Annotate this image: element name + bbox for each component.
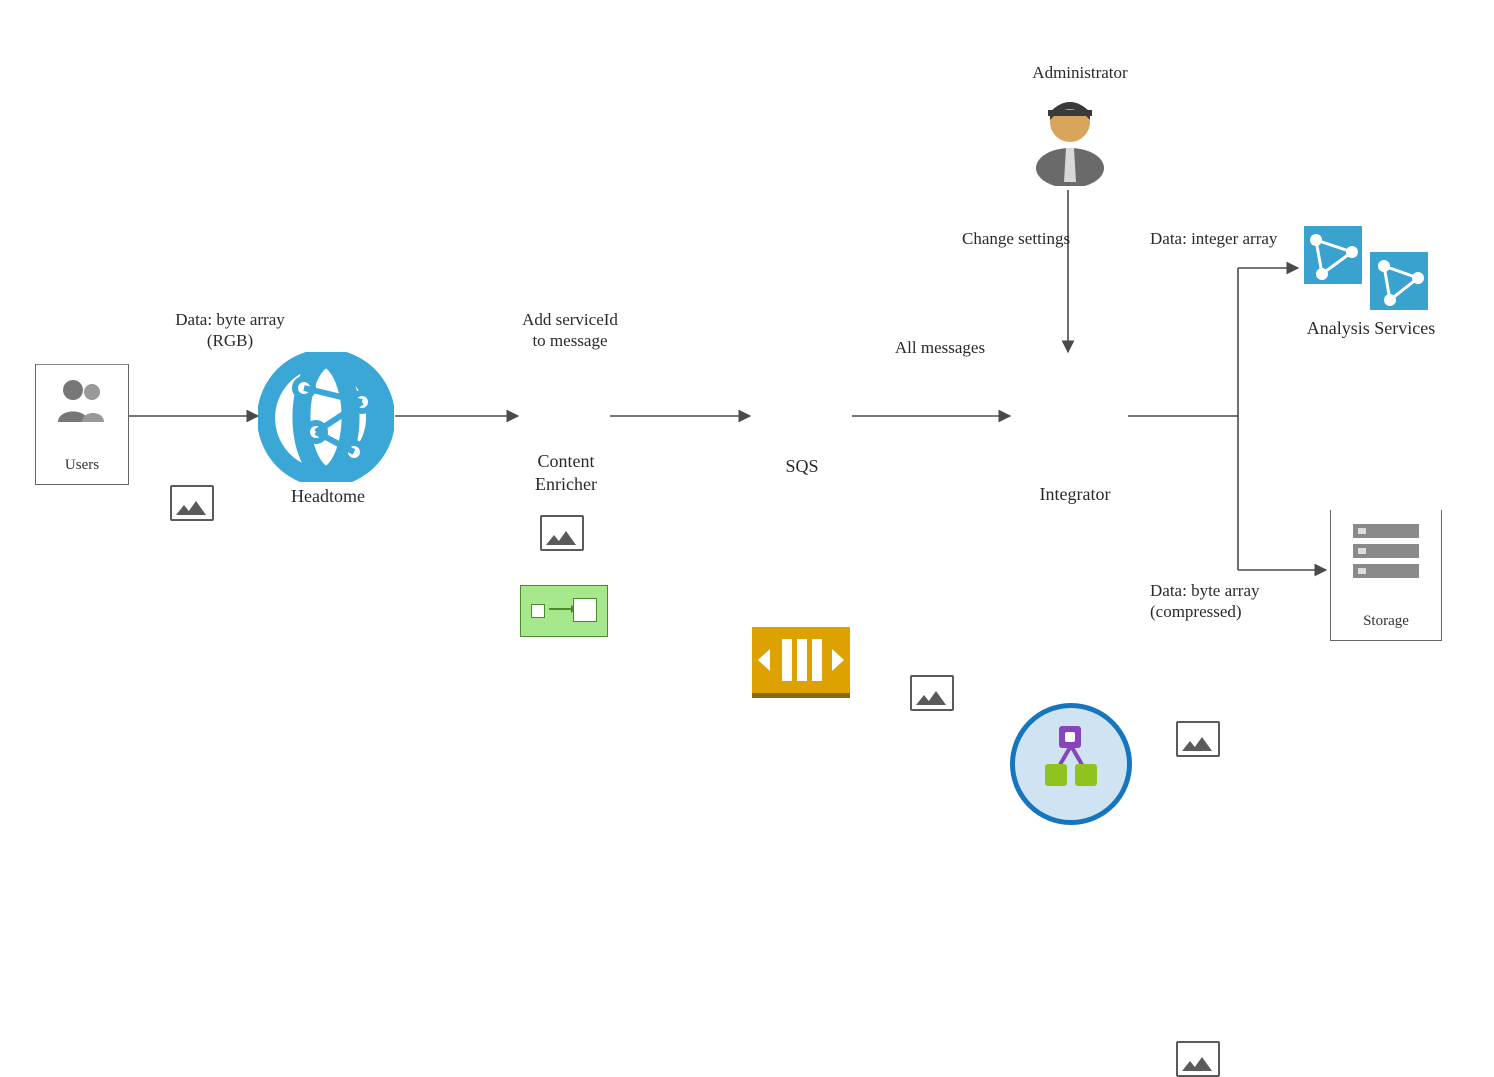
node-administrator-label: Administrator [1020, 62, 1140, 83]
image-icon [1176, 1041, 1220, 1077]
node-integrator [1010, 703, 1132, 825]
image-icon [170, 485, 214, 521]
edge-admin-integrator-label: Change settings [962, 228, 1102, 249]
image-icon [910, 675, 954, 711]
storage-icon [1353, 524, 1419, 584]
node-sqs [752, 627, 850, 693]
administrator-icon [1030, 86, 1110, 186]
edge-users-headtome-label: Data: byte array (RGB) [150, 309, 310, 352]
node-storage-label: Storage [1331, 613, 1441, 630]
architecture-diagram: Users Data: byte array (RGB) Headtome Ad… [0, 0, 1494, 674]
node-users-label: Users [36, 457, 128, 474]
edge-sqs-integrator-label: All messages [880, 337, 1000, 358]
edge-integrator-analysis-label: Data: integer array [1150, 228, 1320, 249]
node-content-enricher-label: Content Enricher [506, 450, 626, 495]
node-sqs-label: SQS [772, 456, 832, 477]
edge-integrator-storage-label: Data: byte array (compressed) [1150, 580, 1310, 623]
edge-headtome-enricher-label: Add serviceId to message [500, 309, 640, 352]
node-integrator-label: Integrator [1030, 484, 1120, 505]
globe-network-icon [258, 352, 394, 482]
node-users: Users [35, 364, 129, 485]
analysis-services-icon [1300, 222, 1440, 314]
image-icon [540, 515, 584, 551]
node-storage: Storage [1330, 510, 1442, 641]
users-icon [54, 378, 110, 424]
node-headtome [258, 352, 394, 487]
node-analysis-services-label: Analysis Services [1286, 318, 1456, 339]
node-content-enricher [520, 585, 608, 637]
node-headtome-label: Headtome [278, 486, 378, 507]
image-icon [1176, 721, 1220, 757]
